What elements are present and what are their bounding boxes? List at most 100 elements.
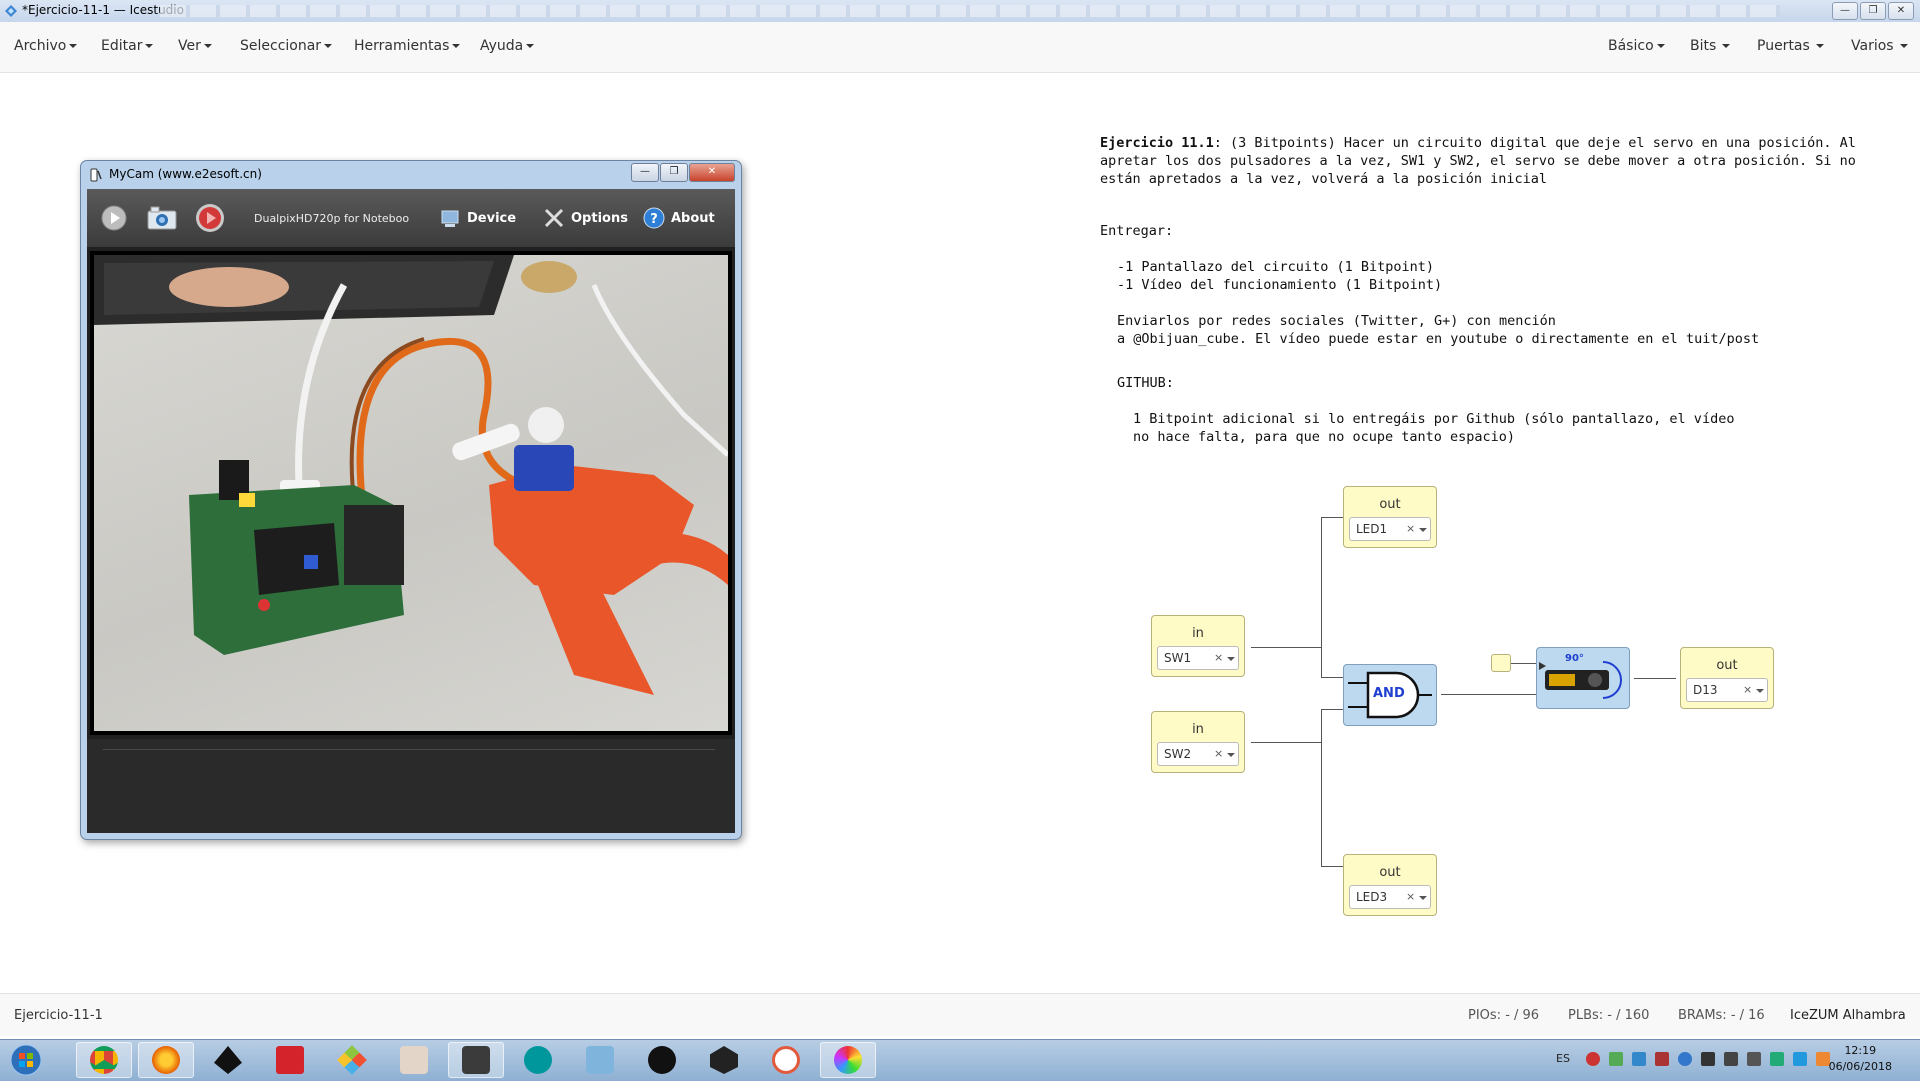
play-icon xyxy=(101,205,127,231)
dropdown-arrow-icon[interactable] xyxy=(1756,689,1764,693)
servo-angle-label: 90° xyxy=(1565,653,1584,664)
app-a-icon[interactable] xyxy=(758,1042,814,1078)
git-icon[interactable] xyxy=(324,1042,380,1078)
taskbar: ES 12:19 06/06/2018 xyxy=(0,1039,1920,1081)
input-block-sw2[interactable]: in SW2 × xyxy=(1151,711,1245,773)
pin-select-led1[interactable]: LED1 × xyxy=(1349,517,1431,541)
inkscape-icon[interactable] xyxy=(200,1042,256,1078)
pin-select-led3[interactable]: LED3 × xyxy=(1349,885,1431,909)
menu-label: Editar xyxy=(101,38,143,54)
tray-icon[interactable] xyxy=(1701,1052,1715,1066)
chrome-icon[interactable] xyxy=(76,1042,132,1078)
caret-down-icon xyxy=(324,44,333,48)
device-button[interactable]: Device xyxy=(439,206,516,230)
box-logo xyxy=(586,1046,614,1074)
help-icon: ? xyxy=(643,207,665,229)
pin-name: D13 xyxy=(1693,683,1718,697)
firefox-icon[interactable] xyxy=(138,1042,194,1078)
menu-basico[interactable]: Básico xyxy=(1608,38,1665,54)
record-button[interactable] xyxy=(195,204,225,232)
clear-icon[interactable]: × xyxy=(1214,747,1223,760)
mycam-window[interactable]: MyCam (www.e2esoft.cn) — ❐ ✕ DualpixHD72… xyxy=(80,160,742,840)
processing-logo xyxy=(648,1046,676,1074)
clear-icon[interactable]: × xyxy=(1743,683,1752,696)
menu-archivo[interactable]: Archivo xyxy=(14,38,78,54)
dropdown-arrow-icon[interactable] xyxy=(1419,896,1427,900)
block-type-label: out xyxy=(1379,865,1401,880)
snapshot-button[interactable] xyxy=(147,206,177,230)
mycam-minimize-button[interactable]: — xyxy=(631,163,659,182)
start-button[interactable] xyxy=(2,1042,50,1078)
icestudio-icon[interactable] xyxy=(448,1042,504,1078)
status-bar: Ejercicio-11-1 PIOs: - / 96 PLBs: - / 16… xyxy=(0,993,1920,1036)
pin-select-d13[interactable]: D13 × xyxy=(1686,678,1768,702)
color-icon[interactable] xyxy=(820,1042,876,1078)
wine-icon[interactable] xyxy=(386,1042,442,1078)
freecad-logo xyxy=(276,1046,304,1074)
seek-track[interactable] xyxy=(103,749,715,750)
play-button[interactable] xyxy=(101,205,127,231)
options-button[interactable]: Options xyxy=(543,206,628,230)
menu-herramientas[interactable]: Herramientas xyxy=(354,38,461,54)
box-icon[interactable] xyxy=(572,1042,628,1078)
mycam-maximize-button[interactable]: ❐ xyxy=(660,163,688,182)
clear-icon[interactable]: × xyxy=(1214,651,1223,664)
output-block-led3[interactable]: out LED3 × xyxy=(1343,854,1437,916)
network-icon[interactable] xyxy=(1724,1052,1738,1066)
mycam-close-button[interactable]: ✕ xyxy=(689,163,735,182)
about-button[interactable]: ? About xyxy=(643,206,715,230)
menu-label: Ver xyxy=(178,38,201,54)
clear-icon[interactable]: × xyxy=(1406,522,1415,535)
processing-icon[interactable] xyxy=(634,1042,690,1078)
menu-bits[interactable]: Bits xyxy=(1690,38,1731,54)
caret-down-icon xyxy=(145,44,154,48)
tray-icon[interactable] xyxy=(1609,1052,1623,1066)
menu-varios[interactable]: Varios xyxy=(1851,38,1908,54)
pin-select-sw2[interactable]: SW2 × xyxy=(1157,742,1239,766)
tools-icon xyxy=(544,208,564,228)
dropdown-arrow-icon[interactable] xyxy=(1227,657,1235,661)
app-a-logo xyxy=(772,1046,800,1074)
tray-icon[interactable] xyxy=(1655,1052,1669,1066)
bluetooth-icon[interactable] xyxy=(1678,1052,1692,1066)
dropdown-arrow-icon[interactable] xyxy=(1227,753,1235,757)
caret-down-icon xyxy=(1656,44,1665,48)
github-line: 1 Bitpoint adicional si lo entregáis por… xyxy=(1133,411,1735,427)
unity-icon[interactable] xyxy=(696,1042,752,1078)
menu-label: Archivo xyxy=(14,38,67,54)
caret-down-icon xyxy=(1815,44,1824,48)
menu-ver[interactable]: Ver xyxy=(178,38,212,54)
menu-label: Básico xyxy=(1608,38,1654,54)
constant-input-block[interactable] xyxy=(1491,654,1511,672)
arduino-icon[interactable] xyxy=(510,1042,566,1078)
circuit-canvas[interactable]: out LED1 × in SW1 × in SW2 × AND 90° out… xyxy=(1140,480,1780,930)
menu-editar[interactable]: Editar xyxy=(101,38,154,54)
block-type-label: in xyxy=(1192,722,1204,737)
clear-icon[interactable]: × xyxy=(1406,890,1415,903)
tray-icon[interactable] xyxy=(1793,1052,1807,1066)
tray-icon[interactable] xyxy=(1632,1052,1646,1066)
brams-usage: BRAMs: - / 16 xyxy=(1678,1008,1765,1023)
pin-name: SW1 xyxy=(1164,651,1192,665)
pin-select-sw1[interactable]: SW1 × xyxy=(1157,646,1239,670)
wire xyxy=(1251,647,1321,648)
language-indicator[interactable]: ES xyxy=(1556,1052,1570,1065)
input-block-sw1[interactable]: in SW1 × xyxy=(1151,615,1245,677)
board-selector[interactable]: IceZUM Alhambra xyxy=(1790,1008,1906,1023)
freecad-icon[interactable] xyxy=(262,1042,318,1078)
menu-ayuda[interactable]: Ayuda xyxy=(480,38,535,54)
menu-seleccionar[interactable]: Seleccionar xyxy=(240,38,333,54)
servo-block[interactable]: 90° xyxy=(1536,647,1630,709)
and-gate-block[interactable]: AND xyxy=(1343,664,1437,726)
volume-icon[interactable] xyxy=(1747,1052,1761,1066)
tray-icon[interactable] xyxy=(1586,1052,1600,1066)
tray-icon[interactable] xyxy=(1770,1052,1784,1066)
output-block-led1[interactable]: out LED1 × xyxy=(1343,486,1437,548)
maximize-button[interactable]: ❐ xyxy=(1860,2,1886,20)
minimize-button[interactable]: — xyxy=(1832,2,1858,20)
menu-puertas[interactable]: Puertas xyxy=(1757,38,1824,54)
dropdown-arrow-icon[interactable] xyxy=(1419,528,1427,532)
close-button[interactable]: ✕ xyxy=(1888,2,1914,20)
output-block-d13[interactable]: out D13 × xyxy=(1680,647,1774,709)
clock[interactable]: 12:19 06/06/2018 xyxy=(1829,1043,1892,1075)
